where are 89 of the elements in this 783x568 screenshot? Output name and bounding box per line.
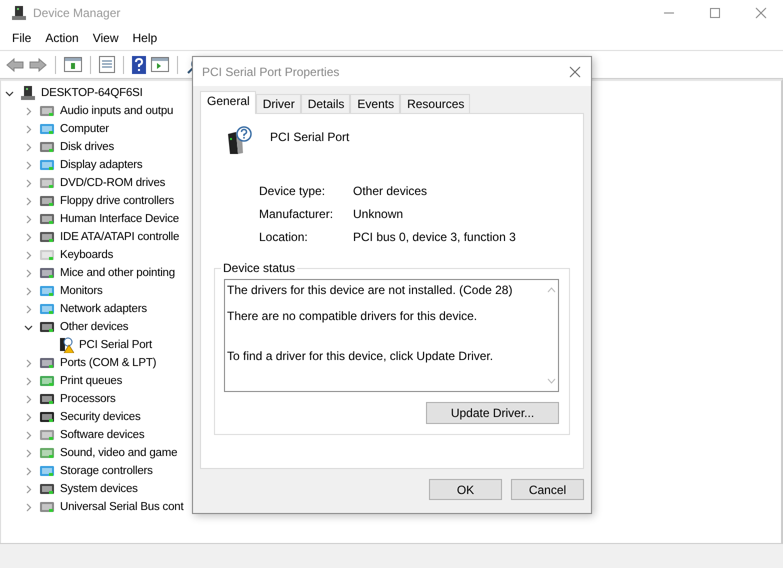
help-icon[interactable] [132, 56, 146, 74]
tree-item[interactable]: Print queues [60, 375, 122, 387]
tree-item[interactable]: Mice and other pointing [60, 267, 175, 279]
expand-chevron-icon[interactable] [24, 502, 33, 512]
property-label: Device type: [259, 184, 326, 198]
warning-device-icon [58, 337, 74, 353]
computer-tower-icon [20, 85, 36, 101]
cancel-button[interactable]: Cancel [511, 479, 584, 500]
device-name: PCI Serial Port [270, 130, 350, 144]
properties-sheet-icon[interactable] [99, 56, 115, 73]
expand-chevron-icon[interactable] [24, 196, 33, 206]
maximize-icon[interactable] [709, 7, 721, 19]
status-message: The drivers for this device are not installed. (Code 28) [227, 283, 514, 297]
tree-item[interactable]: Monitors [60, 285, 102, 297]
expand-chevron-icon[interactable] [24, 268, 33, 278]
status-message: To find a driver for this device, click Update Driver. [227, 349, 494, 363]
tab[interactable]: General [200, 91, 256, 114]
expand-chevron-icon[interactable] [24, 106, 33, 116]
expand-chevron-icon[interactable] [24, 124, 33, 134]
group-label: Device status [221, 261, 298, 275]
tree-item[interactable]: Other devices [60, 321, 128, 333]
tree-item[interactable]: Audio inputs and outpu [60, 105, 174, 117]
tree-item[interactable]: DVD/CD-ROM drives [60, 177, 166, 189]
property-value: Other devices [353, 184, 428, 198]
tab[interactable]: Resources [400, 94, 470, 113]
tree-item[interactable]: Floppy drive controllers [60, 195, 174, 207]
tree-item[interactable]: Disk drives [60, 141, 114, 153]
expand-chevron-icon[interactable] [24, 466, 33, 476]
expand-chevron-icon[interactable] [24, 358, 33, 368]
property-value: PCI bus 0, device 3, function 3 [353, 230, 517, 244]
scroll-down-icon[interactable] [546, 378, 556, 384]
tree-item[interactable]: PCI Serial Port [79, 339, 152, 351]
tree-item[interactable]: Storage controllers [60, 465, 153, 477]
expand-chevron-icon[interactable] [24, 394, 33, 404]
expand-chevron-icon[interactable] [24, 178, 33, 188]
collapse-chevron-icon[interactable] [24, 322, 33, 332]
window-play-icon[interactable] [151, 57, 169, 72]
expand-chevron-icon[interactable] [24, 430, 33, 440]
unknown-device-icon [226, 126, 252, 156]
tab[interactable]: Details [300, 94, 350, 113]
back-arrow-icon[interactable] [6, 58, 24, 72]
tree-item[interactable]: DESKTOP-64QF6SI [41, 87, 143, 99]
expand-chevron-icon[interactable] [24, 232, 33, 242]
property-label: Location: [259, 230, 309, 244]
menu-item[interactable]: Action [39, 31, 85, 45]
monitor-icon [39, 283, 55, 299]
tree-item[interactable]: Network adapters [60, 303, 147, 315]
tree-item[interactable]: Keyboards [60, 249, 114, 261]
dialog-title: PCI Serial Port Properties [202, 64, 340, 78]
close-icon[interactable] [755, 7, 767, 19]
expand-chevron-icon[interactable] [24, 250, 33, 260]
menu-item[interactable]: Help [126, 31, 164, 45]
tree-item[interactable]: Human Interface Device [60, 213, 179, 225]
property-label: Manufacturer: [259, 207, 334, 221]
window-title: Device Manager [33, 6, 120, 20]
menu-item[interactable]: View [86, 31, 124, 45]
expand-chevron-icon[interactable] [24, 214, 33, 224]
collapse-chevron-icon[interactable] [5, 88, 14, 98]
scroll-up-icon[interactable] [546, 287, 556, 293]
tree-item[interactable]: Processors [60, 393, 116, 405]
ok-button[interactable]: OK [429, 479, 502, 500]
computer-tower-icon [11, 5, 27, 21]
property-value: Unknown [353, 207, 404, 221]
tree-item[interactable]: Sound, video and game [60, 447, 178, 459]
expand-chevron-icon[interactable] [24, 160, 33, 170]
expand-chevron-icon[interactable] [24, 484, 33, 494]
expand-chevron-icon[interactable] [24, 286, 33, 296]
tree-item[interactable]: IDE ATA/ATAPI controlle [60, 231, 180, 243]
menu-item[interactable]: File [6, 31, 38, 45]
update-driver-button[interactable]: Update Driver... [426, 402, 559, 424]
tab[interactable]: Driver [256, 94, 301, 113]
status-message: There are no compatible drivers for this device. [227, 309, 478, 323]
expand-chevron-icon[interactable] [24, 376, 33, 386]
window-panel-icon[interactable] [64, 57, 82, 72]
expand-chevron-icon[interactable] [24, 304, 33, 314]
monitor-icon [39, 121, 55, 137]
tree-item[interactable]: Display adapters [60, 159, 142, 171]
tree-item[interactable]: Ports (COM & LPT) [60, 357, 156, 369]
expand-chevron-icon[interactable] [24, 448, 33, 458]
tree-item[interactable]: Software devices [60, 429, 144, 441]
tab[interactable]: Events [350, 94, 400, 113]
tree-item[interactable]: Universal Serial Bus cont [60, 501, 184, 513]
tree-item[interactable]: System devices [60, 483, 138, 495]
forward-arrow-icon[interactable] [29, 58, 47, 72]
expand-chevron-icon[interactable] [24, 142, 33, 152]
expand-chevron-icon[interactable] [24, 412, 33, 422]
close-icon[interactable] [569, 66, 581, 78]
tree-item[interactable]: Security devices [60, 411, 141, 423]
tree-item[interactable]: Computer [60, 123, 109, 135]
